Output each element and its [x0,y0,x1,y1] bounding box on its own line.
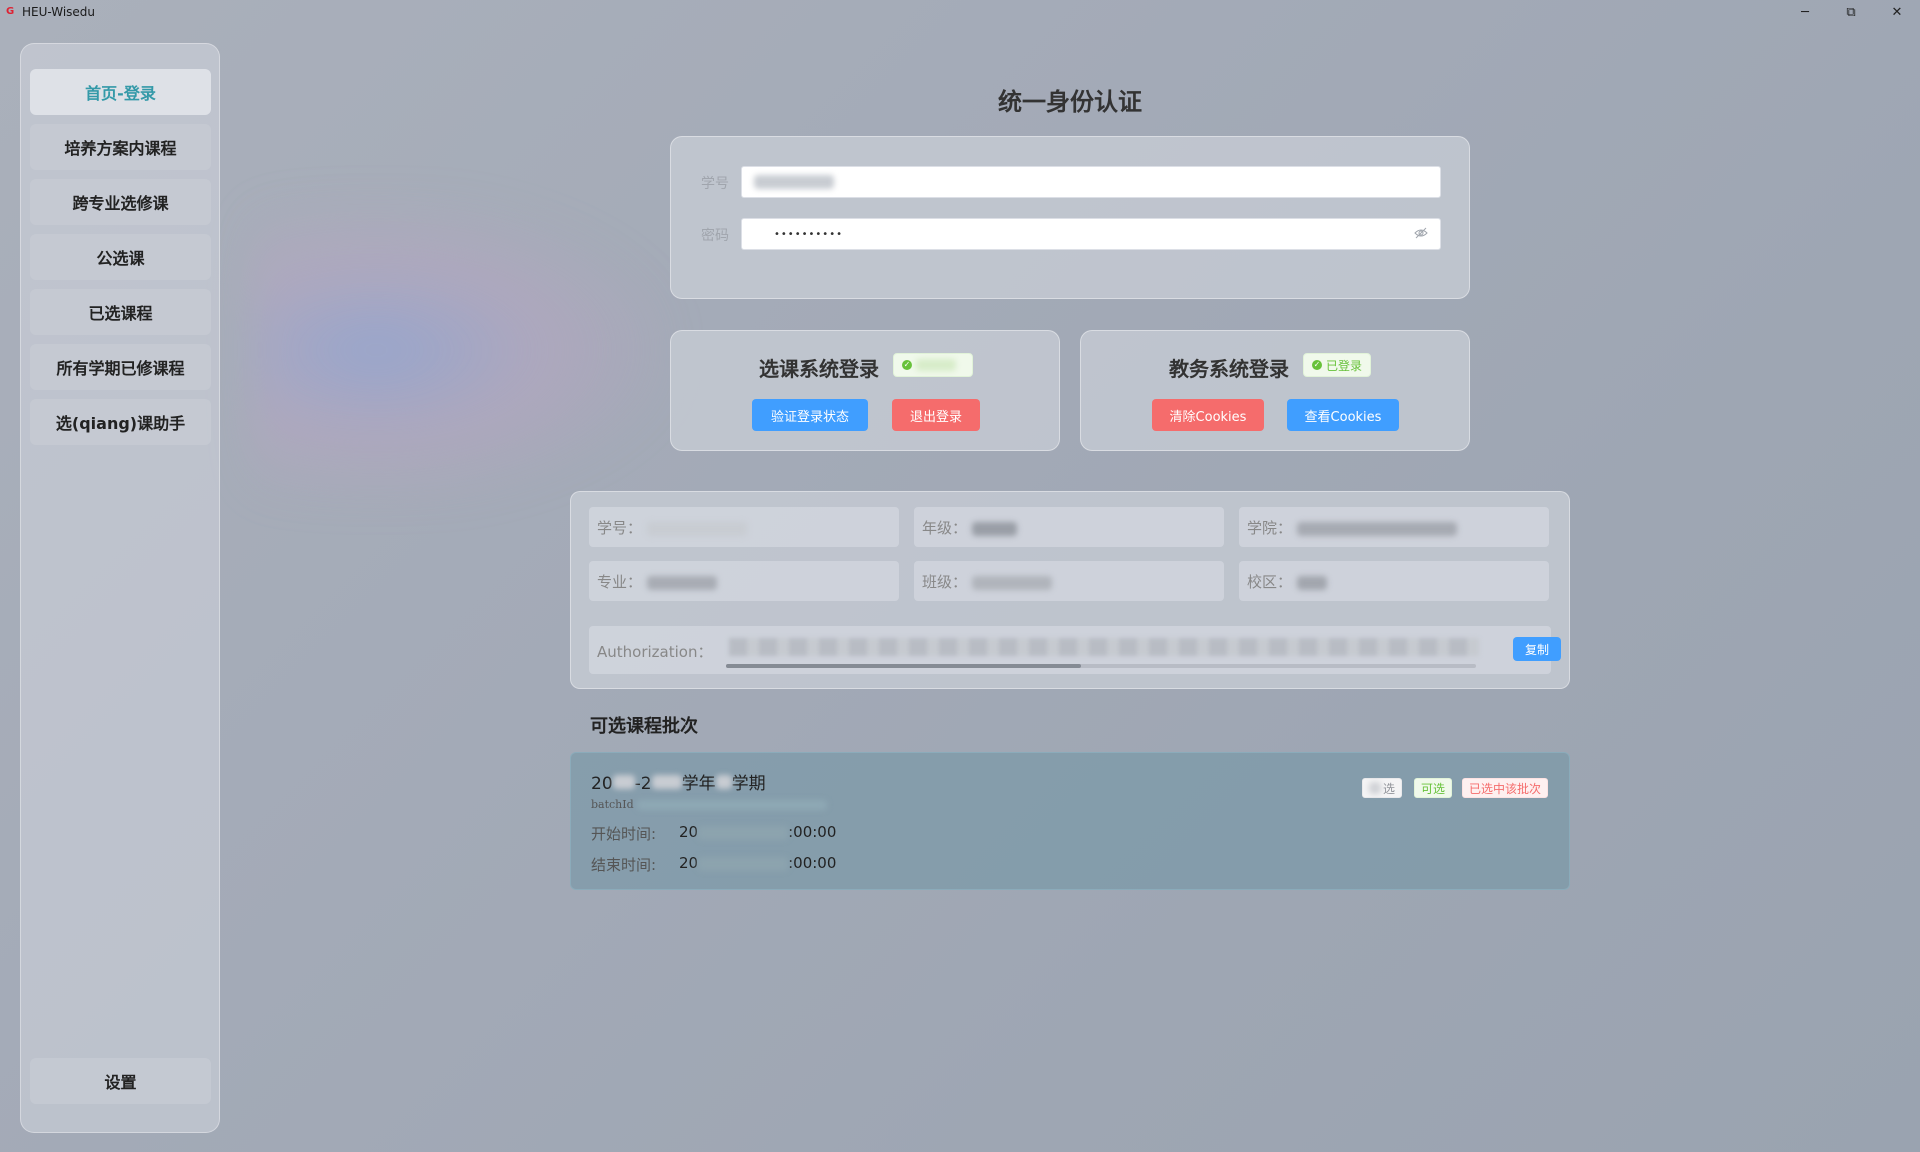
check-circle-icon: ✓ [902,360,912,370]
info-class-label: 班级： [922,573,968,591]
edu-login-card: 教务系统登录 ✓ 已登录 清除Cookies 查看Cookies [1080,330,1470,451]
edu-login-title: 教务系统登录 [1169,357,1289,381]
info-major-label: 专业： [597,573,643,591]
title-bar: G HEU-Wisedu ─ ⧉ ✕ [0,0,1920,24]
info-student-id-masked [646,521,747,536]
student-id-masked-value [754,175,834,189]
sidebar-item-settings[interactable]: 设置 [30,1058,211,1104]
app-logo-icon: G [6,6,15,17]
sidebar: 首页-登录 培养方案内课程 跨专业选修课 公选课 已选课程 所有学期已修课程 选… [20,43,220,1133]
batch-end-masked [698,856,789,871]
logout-button[interactable]: 退出登录 [892,399,980,431]
authorization-label: Authorization： [597,643,713,661]
batch-tag-selected-masked [1369,782,1381,794]
clear-cookies-button[interactable]: 清除Cookies [1152,399,1264,431]
batch-start-label: 开始时间: [591,825,657,843]
password-value: •••••••••• [774,229,843,240]
info-major: 专业： [589,561,899,601]
student-id-input[interactable] [741,166,1441,198]
sidebar-item-selected-courses[interactable]: 已选课程 [30,289,211,335]
maximize-button[interactable]: ⧉ [1828,0,1874,24]
password-label: 密码 [701,228,729,244]
edu-login-status-text: 已登录 [1326,358,1363,373]
batch-name-mid1: -2 [634,774,652,794]
auth-form-card: 学号 密码 •••••••••• [670,136,1470,299]
student-id-row: 学号 [671,166,1469,198]
batch-name-masked-2 [651,775,682,789]
info-class-masked [971,575,1052,590]
batch-name-masked-3 [715,775,732,789]
authorization-scrollbar-thumb[interactable] [726,664,1081,668]
check-circle-icon: ✓ [1312,360,1322,370]
course-login-status-masked [916,359,956,371]
edu-login-status-tag: ✓ 已登录 [1303,353,1372,377]
batch-start-masked [698,825,789,840]
batch-start-value: 20 :00:00 [679,823,836,841]
batch-name: 20 -2 学年 学期 [591,769,766,794]
sidebar-item-all-terms[interactable]: 所有学期已修课程 [30,344,211,390]
close-button[interactable]: ✕ [1874,0,1920,24]
batch-end-prefix: 20 [679,854,699,872]
authorization-masked-value [729,638,1479,656]
info-campus-masked [1296,575,1327,590]
info-college: 学院： [1239,507,1549,547]
sidebar-item-home-login[interactable]: 首页-登录 [30,69,211,115]
batch-start-suffix: :00:00 [788,823,837,841]
authorization-row: Authorization： 复制 [589,626,1561,674]
batch-id-masked [637,800,828,810]
student-info-card: 学号： 年级： 学院： 专业： 班级： 校区： Authorization： 复… [570,491,1570,689]
background-glow [250,200,670,500]
info-campus: 校区： [1239,561,1549,601]
batch-card[interactable]: 20 -2 学年 学期 batchId 开始时间: 20 :00:00 结束时间: 20… [570,752,1570,890]
sidebar-item-program-courses[interactable]: 培养方案内课程 [30,124,211,170]
minimize-button[interactable]: ─ [1782,0,1828,24]
batch-name-suffix: 学期 [731,774,766,794]
course-login-title: 选课系统登录 [759,357,879,381]
batch-id-label: batchId [591,798,634,811]
info-grade-masked [971,521,1017,536]
verify-login-button[interactable]: 验证登录状态 [752,399,868,431]
sidebar-item-course-helper[interactable]: 选(qiang)课助手 [30,399,211,445]
info-major-masked [646,575,717,590]
batch-end-value: 20 :00:00 [679,854,836,872]
batch-start-prefix: 20 [679,823,699,841]
batch-name-prefix: 20 [591,774,613,794]
batch-end-suffix: :00:00 [788,854,837,872]
info-grade-label: 年级： [922,519,968,537]
student-id-label: 学号 [701,176,729,192]
batch-tag-selected-text: 选 [1383,781,1396,796]
info-college-label: 学院： [1247,519,1293,537]
batch-tag-available: 可选 [1414,778,1453,798]
page-title: 统一身份认证 [998,88,1142,116]
info-student-id: 学号： [589,507,899,547]
password-input[interactable]: •••••••••• [741,218,1441,250]
authorization-scrollbar[interactable] [726,664,1476,668]
batch-tag-selected: 选 [1362,778,1403,798]
sidebar-item-cross-major[interactable]: 跨专业选修课 [30,179,211,225]
batch-name-masked-1 [612,775,635,789]
course-login-card: 选课系统登录 ✓ 验证登录状态 退出登录 [670,330,1060,451]
course-login-status-tag: ✓ [893,353,973,377]
batch-section-title: 可选课程批次 [590,716,698,737]
app-title: HEU-Wisedu [22,5,96,19]
batch-tag-chosen: 已选中该批次 [1462,778,1549,798]
password-row: 密码 •••••••••• [671,218,1469,250]
batch-name-mid2: 学年 [681,774,716,794]
batch-end-label: 结束时间: [591,856,657,874]
info-class: 班级： [914,561,1224,601]
batch-id: batchId [591,798,828,811]
info-student-id-label: 学号： [597,519,643,537]
eye-hide-icon[interactable] [1414,227,1430,241]
view-cookies-button[interactable]: 查看Cookies [1287,399,1399,431]
sidebar-item-public-courses[interactable]: 公选课 [30,234,211,280]
info-campus-label: 校区： [1247,573,1293,591]
copy-authorization-button[interactable]: 复制 [1513,637,1561,661]
info-grade: 年级： [914,507,1224,547]
window-controls: ─ ⧉ ✕ [1782,0,1920,24]
info-college-masked [1296,521,1457,536]
